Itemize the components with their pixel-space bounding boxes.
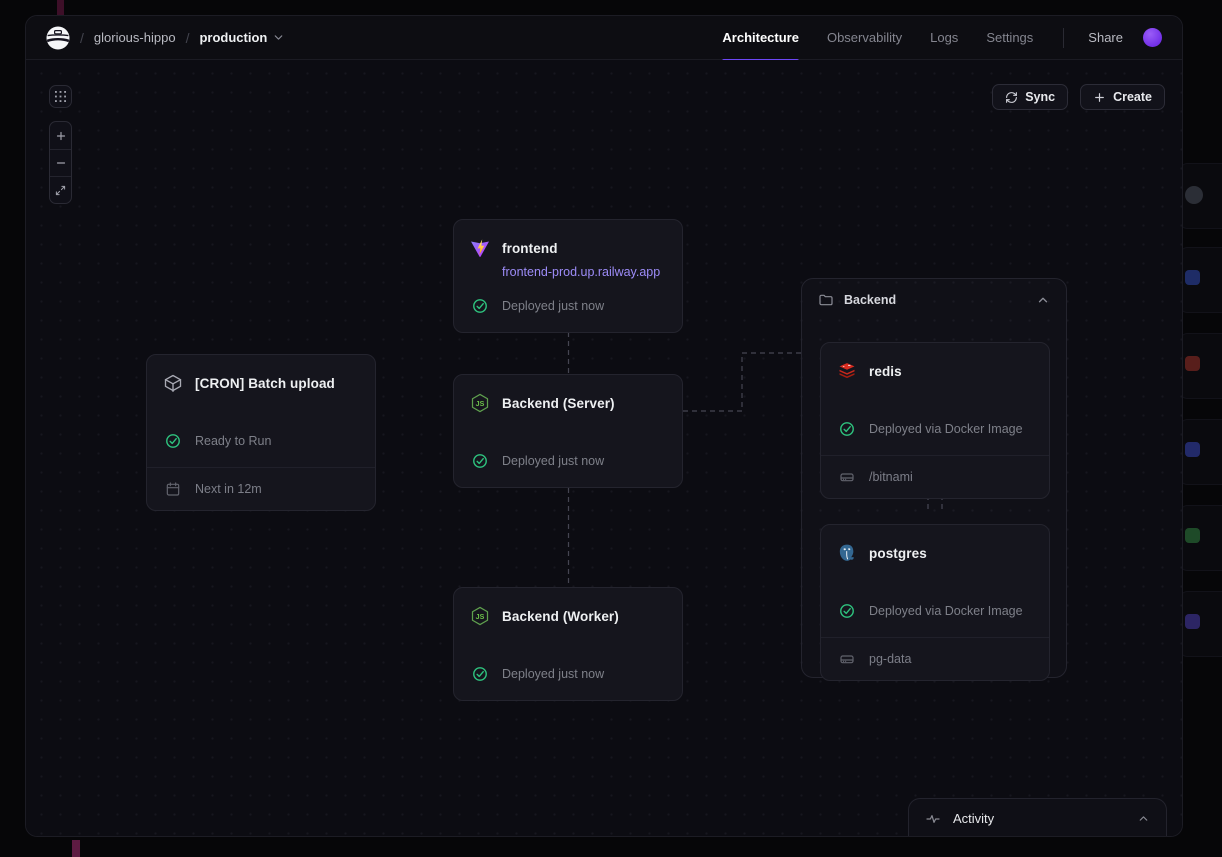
group-title: Backend [844,293,1026,307]
postgres-icon [837,543,857,563]
background-service-ghost [1178,163,1222,229]
create-button[interactable]: Create [1080,84,1165,110]
background-service-ghost [1178,333,1222,399]
zoom-controls [49,121,72,204]
maximize-icon [55,185,66,196]
vite-icon [470,238,490,258]
volume-row: pg-data [821,637,1049,680]
grid-dots-icon [55,91,66,102]
check-circle-icon [472,666,488,682]
cube-icon [163,373,183,393]
pulse-icon [925,811,941,827]
minus-icon [55,157,67,169]
background-service-ghost [1178,505,1222,571]
nodejs-icon: JS [470,606,490,626]
zoom-out-button[interactable] [50,149,71,176]
service-title: redis [869,364,902,379]
breadcrumb-project[interactable]: glorious-hippo [94,30,176,45]
chevron-up-icon[interactable] [1137,812,1150,825]
environment-selector[interactable]: production [199,30,285,45]
nav-divider [1063,28,1064,48]
service-card-frontend[interactable]: frontend frontend-prod.up.railway.app De… [453,219,683,333]
service-title: Backend (Worker) [502,609,619,624]
volume-path: /bitnami [869,470,913,484]
breadcrumb-separator: / [80,30,84,46]
breadcrumb-separator: / [186,30,190,46]
architecture-canvas[interactable]: Sync Create fron [26,60,1182,837]
service-status: Deployed via Docker Image [869,422,1023,436]
cron-schedule-row: Next in 12m [147,467,375,510]
check-circle-icon [165,433,181,449]
tab-settings[interactable]: Settings [972,16,1047,60]
service-status: Deployed just now [502,299,604,313]
sync-label: Sync [1025,90,1055,104]
background-decoration [57,0,64,15]
chevron-up-icon[interactable] [1036,293,1050,307]
activity-label: Activity [953,811,1125,826]
check-circle-icon [472,298,488,314]
service-card-backend-server[interactable]: JS Backend (Server) Deployed just now [453,374,683,488]
service-card-redis[interactable]: redis Deployed via Docker Image /bitnami [820,342,1050,499]
background-service-ghost [1178,419,1222,485]
avatar[interactable] [1143,28,1162,47]
create-label: Create [1113,90,1152,104]
redis-icon [837,361,857,381]
chevron-down-icon [272,31,285,44]
service-title: postgres [869,546,927,561]
canvas-toolbar: Sync Create [992,84,1165,110]
volume-path: pg-data [869,652,911,666]
tab-logs[interactable]: Logs [916,16,972,60]
layout-grid-button[interactable] [49,85,72,108]
background-decoration [72,840,80,857]
tab-architecture[interactable]: Architecture [708,16,813,60]
folder-icon [818,292,834,308]
background-service-ghost [1178,591,1222,657]
service-status: Deployed just now [502,667,604,681]
nodejs-icon: JS [470,393,490,413]
service-title: frontend [502,241,558,256]
service-domain-link[interactable]: frontend-prod.up.railway.app [502,265,666,279]
service-group-backend[interactable]: Backend redis [801,278,1067,678]
background-service-ghost [1178,247,1222,313]
sync-button[interactable]: Sync [992,84,1068,110]
tab-observability[interactable]: Observability [813,16,916,60]
railway-logo-icon[interactable] [46,26,70,50]
group-header[interactable]: Backend [802,279,1066,308]
plus-icon [55,130,67,142]
activity-panel[interactable]: Activity [908,798,1167,837]
service-status: Deployed just now [502,454,604,468]
plus-icon [1093,91,1106,104]
check-circle-icon [839,421,855,437]
fit-view-button[interactable] [50,176,71,203]
cron-next-run: Next in 12m [195,482,262,496]
top-navbar: / glorious-hippo / production Architectu… [26,16,1182,60]
environment-name: production [199,30,267,45]
zoom-in-button[interactable] [50,122,71,149]
volume-row: /bitnami [821,455,1049,498]
svg-text:JS: JS [476,613,485,621]
share-button[interactable]: Share [1078,30,1133,45]
service-title: [CRON] Batch upload [195,376,335,391]
refresh-icon [1005,91,1018,104]
project-canvas-panel: / glorious-hippo / production Architectu… [25,15,1183,837]
svg-text:JS: JS [476,400,485,408]
calendar-icon [165,481,181,497]
service-card-backend-worker[interactable]: JS Backend (Worker) Deployed just now [453,587,683,701]
service-card-cron[interactable]: [CRON] Batch upload Ready to Run Next in… [146,354,376,511]
service-title: Backend (Server) [502,396,615,411]
service-status: Ready to Run [195,434,271,448]
service-status: Deployed via Docker Image [869,604,1023,618]
check-circle-icon [839,603,855,619]
disk-icon [839,469,855,485]
disk-icon [839,651,855,667]
check-circle-icon [472,453,488,469]
service-card-postgres[interactable]: postgres Deployed via Docker Image pg-da… [820,524,1050,681]
